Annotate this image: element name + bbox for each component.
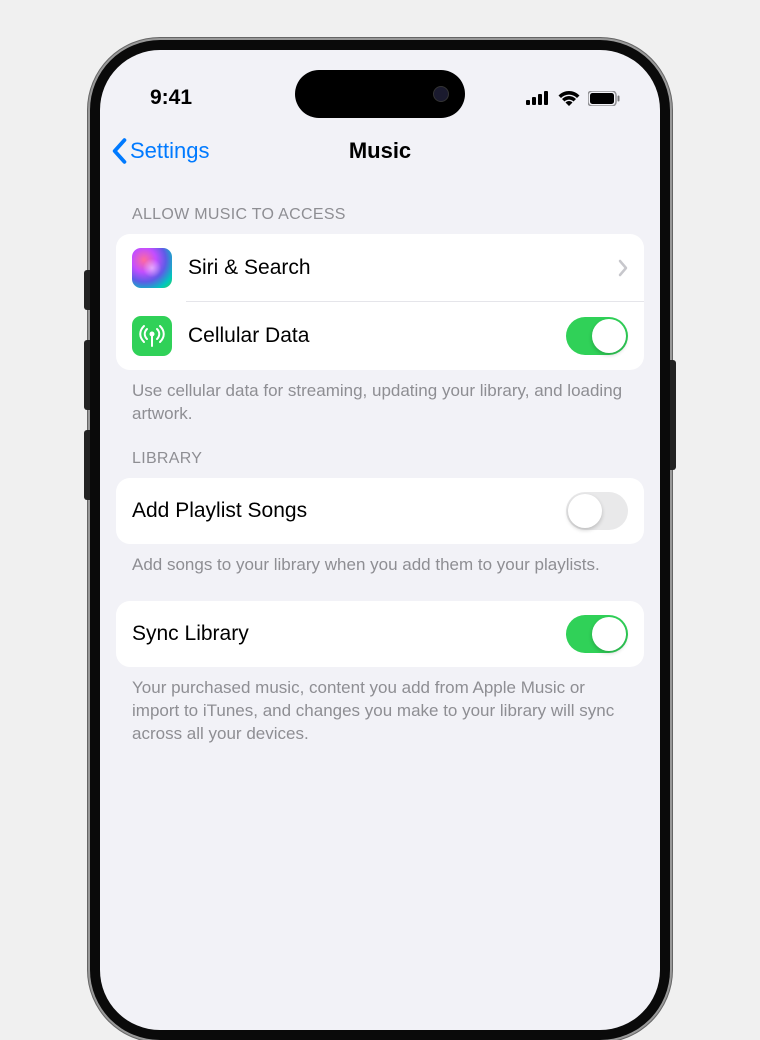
phone-frame: 9:41 Settings Music Allow Music to Acces… [90,40,670,1040]
siri-icon [132,248,172,288]
cellular-label: Cellular Data [188,324,566,348]
settings-group-add-playlist: Add Playlist Songs [116,478,644,544]
cellular-toggle[interactable] [566,317,628,355]
sync-label: Sync Library [132,622,566,646]
back-button[interactable]: Settings [110,138,210,164]
row-siri-search[interactable]: Siri & Search [116,234,644,302]
row-sync-library: Sync Library [116,601,644,667]
toggle-knob [592,617,626,651]
row-cellular-data: Cellular Data [116,302,644,370]
section-header-access: Allow Music to Access [116,178,644,234]
sync-toggle[interactable] [566,615,628,653]
dynamic-island [295,70,465,118]
page-title: Music [349,138,411,164]
access-footer: Use cellular data for streaming, updatin… [116,370,644,426]
toggle-knob [568,494,602,528]
toggle-knob [592,319,626,353]
add-playlist-toggle[interactable] [566,492,628,530]
volume-down-button [84,430,90,500]
antenna-icon [132,316,172,356]
add-playlist-footer: Add songs to your library when you add t… [116,544,644,577]
sync-footer: Your purchased music, content you add fr… [116,667,644,746]
siri-label: Siri & Search [188,256,618,280]
content: Allow Music to Access Siri & Search Cell… [100,178,660,746]
chevron-left-icon [110,138,128,164]
battery-icon [588,91,620,106]
wifi-icon [558,90,580,106]
settings-group-sync: Sync Library [116,601,644,667]
status-icons [526,90,620,106]
section-header-library: Library [116,426,644,478]
back-label: Settings [130,138,210,164]
cellular-signal-icon [526,91,550,105]
volume-up-button [84,340,90,410]
add-playlist-label: Add Playlist Songs [132,499,566,523]
front-camera [433,86,449,102]
settings-group-access: Siri & Search Cellular Data [116,234,644,370]
power-button [670,360,676,470]
navigation-bar: Settings Music [100,120,660,178]
status-time: 9:41 [150,86,192,110]
spacer [116,577,644,601]
screen: 9:41 Settings Music Allow Music to Acces… [100,50,660,1030]
row-add-playlist: Add Playlist Songs [116,478,644,544]
chevron-right-icon [618,259,628,277]
